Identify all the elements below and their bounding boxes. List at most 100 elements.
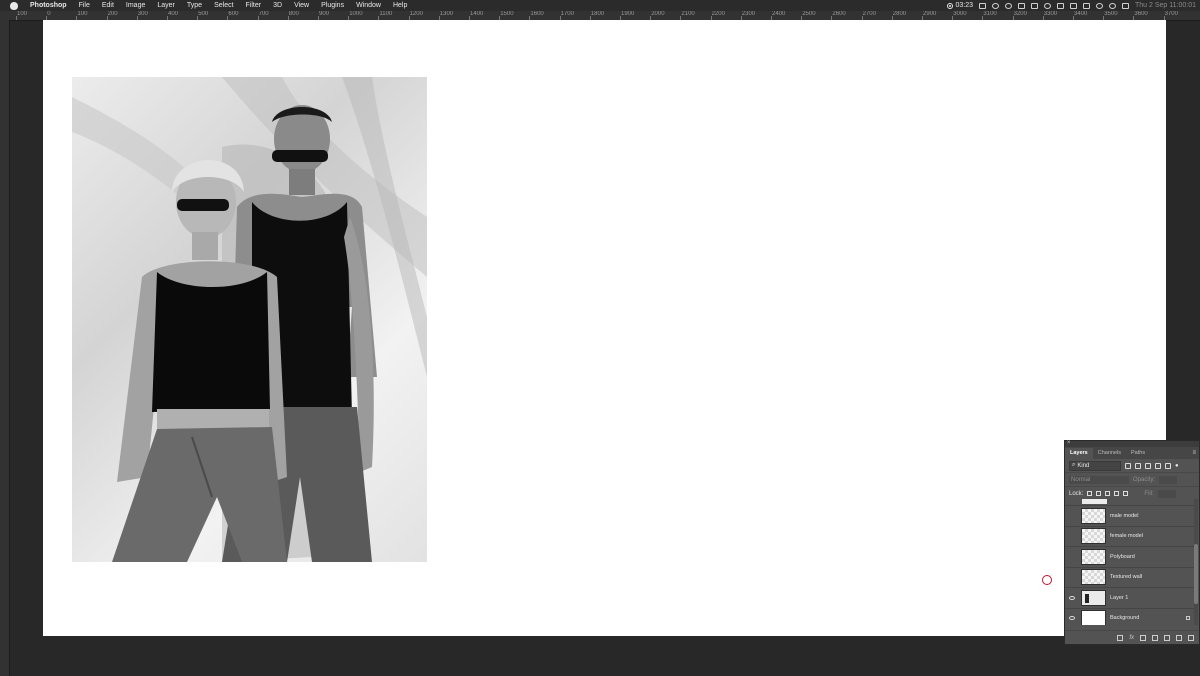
creative-cloud-icon[interactable] (992, 2, 1000, 9)
spotlight-icon[interactable] (1109, 2, 1117, 9)
layer-row[interactable]: Polyboard (1065, 547, 1195, 568)
photo-couple-image[interactable] (72, 77, 427, 562)
menu-app-name[interactable]: Photoshop (24, 2, 73, 9)
volume-icon[interactable] (1057, 2, 1065, 9)
visibility-toggle[interactable] (1065, 616, 1079, 621)
ruler-tick-label: 3300 (1043, 11, 1058, 17)
menu-edit[interactable]: Edit (96, 2, 120, 9)
apple-icon[interactable] (10, 1, 18, 10)
menu-file[interactable]: File (73, 2, 96, 9)
add-mask-icon[interactable] (1140, 634, 1146, 641)
panel-menu-icon[interactable]: ≡ (1192, 450, 1196, 456)
ruler-tick-label: 3400 (1074, 11, 1088, 17)
type-filter-icon[interactable] (1145, 462, 1151, 469)
cast-icon[interactable] (979, 2, 987, 9)
time-machine-icon[interactable] (1044, 2, 1052, 9)
lock-icon (1186, 616, 1190, 621)
menu-window[interactable]: Window (350, 2, 387, 9)
tab-channels[interactable]: Channels (1093, 448, 1126, 459)
ruler-tick-label: 3000 (953, 11, 967, 17)
ruler-tick-label: 1100 (379, 11, 393, 17)
menu-filter[interactable]: Filter (240, 2, 268, 9)
kind-filter-select[interactable]: ⌕ Kind (1069, 460, 1121, 471)
cursor-click-indicator (1042, 575, 1052, 585)
tab-layers[interactable]: Layers (1065, 448, 1093, 459)
ruler-tick-label: 2400 (772, 11, 786, 17)
opacity-field[interactable] (1159, 475, 1178, 484)
ruler-tick-label: 2300 (741, 11, 756, 17)
layer-row[interactable]: female model (1065, 527, 1195, 547)
adjustment-layer-icon[interactable] (1152, 634, 1158, 641)
layer-row[interactable]: Background (1065, 609, 1195, 625)
layer-thumbnail (1081, 589, 1106, 606)
ruler-tick-label: 100 (77, 11, 88, 17)
wifi-icon[interactable] (1096, 2, 1104, 9)
visibility-toggle[interactable] (1065, 595, 1079, 600)
menu-view[interactable]: View (288, 2, 315, 9)
menu-select[interactable]: Select (208, 2, 239, 9)
menu-layer[interactable]: Layer (151, 2, 181, 9)
menu-bar: Photoshop File Edit Image Layer Type Sel… (0, 0, 1200, 11)
layer-row[interactable]: male model (1065, 506, 1195, 527)
display-icon[interactable] (1018, 2, 1026, 9)
lock-image-icon[interactable] (1096, 491, 1102, 496)
ruler-origin[interactable] (0, 11, 9, 20)
lock-label: Lock: (1069, 490, 1084, 497)
control-center-icon[interactable] (1122, 2, 1130, 9)
shape-filter-icon[interactable] (1155, 462, 1161, 469)
ruler-tick-label: 0 (47, 11, 51, 17)
clock[interactable]: Thu 2 Sep 11:00:01 (1135, 2, 1196, 9)
fill-field[interactable] (1157, 489, 1176, 498)
link-layers-icon[interactable] (1117, 634, 1124, 641)
lock-transparent-icon[interactable] (1087, 491, 1093, 496)
layers-scrollbar[interactable] (1194, 499, 1198, 625)
scrollbar-thumb[interactable] (1194, 544, 1198, 604)
pixel-filter-icon[interactable] (1125, 462, 1131, 469)
blend-mode-select[interactable]: Normal (1069, 475, 1129, 484)
menu-image[interactable]: Image (120, 2, 151, 9)
lock-position-icon[interactable] (1105, 491, 1111, 496)
layer-row[interactable]: Layer 1 (1065, 588, 1195, 609)
kind-label: Kind (1077, 462, 1090, 469)
filter-toggle-icon[interactable]: ● (1175, 463, 1179, 469)
adjustment-filter-icon[interactable] (1135, 462, 1141, 469)
layer-row-partial[interactable] (1065, 499, 1195, 506)
battery-icon[interactable] (1083, 2, 1091, 9)
ruler-tick-label: 1800 (590, 11, 605, 17)
photo-illustration (72, 77, 427, 562)
layer-name: Background (1110, 615, 1140, 622)
ruler-tick-label: 1600 (530, 11, 544, 17)
tab-paths[interactable]: Paths (1126, 448, 1150, 459)
layers-panel: × Layers Channels Paths ≡ ⌕ Kind ● Norma… (1064, 440, 1200, 645)
vertical-ruler[interactable] (0, 20, 10, 676)
menu-3d[interactable]: 3D (267, 2, 288, 9)
trash-icon[interactable] (1188, 634, 1194, 641)
panel-tabs: Layers Channels Paths ≡ (1065, 447, 1199, 459)
ruler-tick-label: 400 (168, 11, 179, 17)
layer-style-icon[interactable]: fx (1129, 635, 1134, 641)
blend-row: Normal Opacity: (1065, 473, 1199, 487)
sync-icon[interactable] (1005, 2, 1013, 9)
new-group-icon[interactable] (1164, 634, 1170, 641)
ruler-tick-label: 700 (258, 11, 269, 17)
ruler-tick-label: 2200 (711, 11, 725, 17)
shield-icon[interactable] (1031, 2, 1039, 9)
ruler-tick-label: 1500 (500, 11, 514, 17)
new-layer-icon[interactable] (1176, 634, 1182, 641)
lock-all-icon[interactable] (1123, 491, 1129, 496)
layer-name: Layer 1 (1110, 594, 1129, 601)
opacity-label: Opacity: (1133, 476, 1156, 483)
menu-help[interactable]: Help (387, 2, 413, 9)
recording-indicator[interactable]: 03:23 (947, 2, 973, 9)
bluetooth-icon[interactable] (1070, 2, 1078, 9)
close-icon[interactable]: × (1067, 440, 1071, 446)
layers-panel-footer: fx (1065, 630, 1199, 644)
recording-time: 03:23 (955, 2, 974, 9)
layer-thumbnail (1081, 528, 1106, 545)
menu-type[interactable]: Type (181, 2, 208, 9)
smart-object-filter-icon[interactable] (1165, 462, 1171, 469)
ruler-tick-label: 900 (319, 11, 330, 17)
layer-row[interactable]: Textured wall (1065, 568, 1195, 588)
lock-artboard-icon[interactable] (1114, 491, 1120, 496)
menu-plugins[interactable]: Plugins (315, 2, 350, 9)
